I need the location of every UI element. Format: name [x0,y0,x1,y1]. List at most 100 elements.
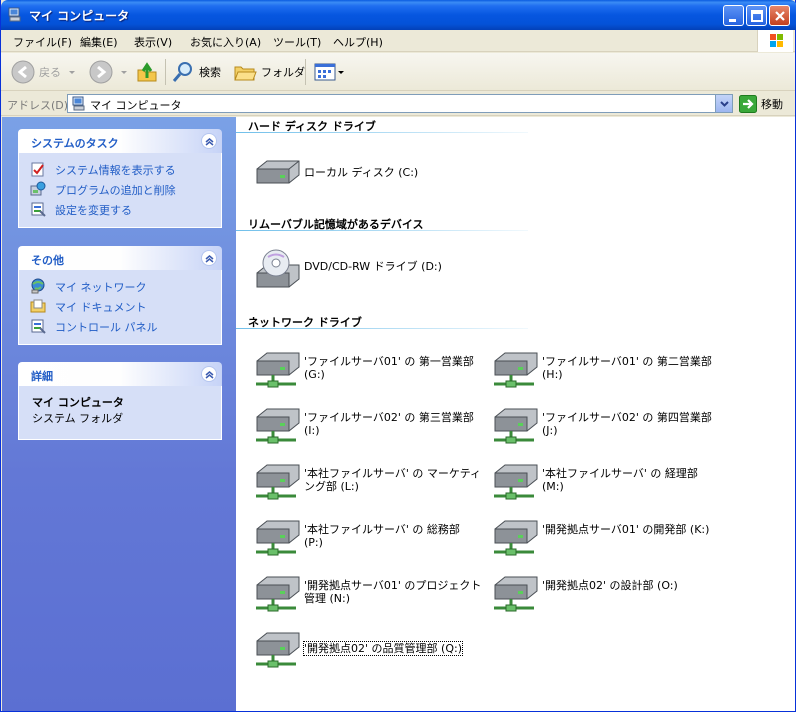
link-my-documents[interactable]: マイ ドキュメント [19,296,221,316]
task-label: マイ ドキュメント [55,301,147,314]
minimize-button[interactable] [723,5,744,26]
address-input[interactable]: マイ コンピュータ [67,94,733,113]
views-icon [314,63,336,81]
network-drive-icon [252,463,302,501]
network-drive-item[interactable]: '本社ファイルサーバ' の 経理部 (M:) [474,459,710,505]
drive-label: '開発拠点02' の設計部 (O:) [542,579,678,592]
task-change-settings[interactable]: 設定を変更する [19,199,221,219]
my-computer-icon [7,7,23,23]
network-drive-item[interactable]: '本社ファイルサーバ' の 総務部 (P:) [236,515,472,561]
network-drive-item[interactable]: '開発拠点02' の設計部 (O:) [474,571,710,617]
windows-flag-icon [770,34,783,47]
chevron-down-icon [720,101,729,107]
network-drive-item[interactable]: '開発拠点サーバ01' のプロジェクト管理 (N:) [236,571,481,617]
drive-label: 'ファイルサーバ01' の 第二営業部 (H:) [542,355,712,381]
window-title: マイ コンピュータ [29,9,130,23]
forward-button[interactable] [89,58,129,86]
other-places-body: マイ ネットワーク マイ ドキュメント コントロール パネル [18,270,222,345]
network-drive-item[interactable]: 'ファイルサーバ01' の 第一営業部 (G:) [236,347,474,393]
address-dropdown-button[interactable] [715,95,732,112]
network-drive-item[interactable]: '開発拠点サーバ01' の開発部 (K:) [474,515,710,561]
task-label: システム情報を表示する [55,164,176,177]
other-places-panel: その他 マイ ネットワーク マイ ドキュメント コントロール パネル [18,246,222,345]
task-view-system-info[interactable]: システム情報を表示する [19,159,221,179]
details-type: システム フォルダ [32,412,124,425]
address-value: マイ コンピュータ [90,99,182,112]
task-pane: システムのタスク システム情報を表示する プログラムの追加と削除 設定を変更する [2,117,236,711]
details-name: マイ コンピュータ [32,396,124,409]
title-bar[interactable]: マイ コンピュータ [1,0,796,30]
details-panel: 詳細 マイ コンピュータ システム フォルダ [18,362,222,440]
menu-tools[interactable]: ツール(T) [273,34,321,50]
system-info-icon [30,161,46,177]
explorer-window: マイ コンピュータ ファイル(F) 編集(E) 表示(V) お気に入り(A) ツ… [0,0,796,712]
network-drive-item[interactable]: 'ファイルサーバ02' の 第三営業部 (I:) [236,403,474,449]
up-folder-icon [137,62,157,82]
network-drive-icon [252,519,302,557]
collapse-chevron-icon[interactable] [201,133,217,149]
close-button[interactable] [769,5,790,26]
system-tasks-header[interactable]: システムのタスク [18,129,222,153]
documents-folder-icon [30,298,46,314]
group-divider [236,230,528,231]
link-my-network[interactable]: マイ ネットワーク [19,276,221,296]
drive-label: ローカル ディスク (C:) [304,166,419,179]
drive-label: '開発拠点02' の品質管理部 (Q:) [303,641,463,656]
link-control-panel[interactable]: コントロール パネル [19,316,221,336]
back-arrow-icon [11,60,35,84]
other-places-header[interactable]: その他 [18,246,222,270]
network-drive-icon [490,575,540,613]
drive-label: DVD/CD-RW ドライブ (D:) [304,260,442,273]
network-drive-item[interactable]: '本社ファイルサーバ' の マーケティング部 (L:) [236,459,481,505]
drive-label: '本社ファイルサーバ' の マーケティング部 (L:) [304,467,482,493]
back-label: 戻る [39,66,61,79]
search-button[interactable]: 検索 [171,58,221,86]
menu-view[interactable]: 表示(V) [134,34,172,50]
network-drive-item[interactable]: '開発拠点02' の品質管理部 (Q:) [236,627,472,673]
system-tasks-body: システム情報を表示する プログラムの追加と削除 設定を変更する [18,153,222,228]
folders-label: フォルダ [261,66,305,79]
file-list-view[interactable]: ハード ディスク ドライブ ローカル ディスク (C:) リムーバブル記憶域があ… [236,117,795,711]
panel-title: その他 [31,254,64,267]
address-label: アドレス(D) [7,99,69,112]
network-drive-icon [252,575,302,613]
toolbar-separator [305,59,306,85]
collapse-chevron-icon[interactable] [201,366,217,382]
collapse-chevron-icon[interactable] [201,250,217,266]
details-body: マイ コンピュータ システム フォルダ [18,386,222,440]
go-button[interactable]: 移動 [739,95,783,113]
menu-help[interactable]: ヘルプ(H) [333,34,383,50]
maximize-button[interactable] [746,5,767,26]
drive-label: 'ファイルサーバ02' の 第四営業部 (J:) [542,411,712,437]
network-drive-item[interactable]: 'ファイルサーバ02' の 第四営業部 (J:) [474,403,712,449]
go-arrow-icon [739,95,757,113]
drive-label: '開発拠点サーバ01' の開発部 (K:) [542,523,710,536]
task-label: マイ ネットワーク [55,281,147,294]
menu-file[interactable]: ファイル(F) [13,34,72,50]
forward-dropdown-icon [121,71,127,74]
system-tasks-panel: システムのタスク システム情報を表示する プログラムの追加と削除 設定を変更する [18,129,222,228]
menu-edit[interactable]: 編集(E) [80,34,118,50]
up-folder-button[interactable] [135,58,159,86]
menu-favorites[interactable]: お気に入り(A) [190,34,261,50]
group-divider [236,132,528,133]
drive-item-d[interactable]: DVD/CD-RW ドライブ (D:) [236,245,472,291]
group-divider [236,328,528,329]
dvd-drive-icon [252,249,302,288]
panel-title: システムのタスク [31,137,119,150]
address-bar: アドレス(D) マイ コンピュータ 移動 [1,92,795,116]
add-remove-programs-icon [30,181,46,197]
folders-button[interactable]: フォルダ [233,58,305,86]
details-header[interactable]: 詳細 [18,362,222,386]
folders-icon [234,66,257,81]
network-drive-icon [252,631,302,669]
drive-item-c[interactable]: ローカル ディスク (C:) [236,151,472,197]
drive-label: 'ファイルサーバ01' の 第一営業部 (G:) [304,355,474,381]
back-button[interactable]: 戻る [11,58,77,86]
task-add-remove-programs[interactable]: プログラムの追加と削除 [19,179,221,199]
network-drive-item[interactable]: 'ファイルサーバ01' の 第二営業部 (H:) [474,347,712,393]
control-panel-icon [30,318,46,334]
views-button[interactable] [313,58,345,86]
network-drive-icon [490,351,540,389]
panel-title: 詳細 [31,370,53,383]
